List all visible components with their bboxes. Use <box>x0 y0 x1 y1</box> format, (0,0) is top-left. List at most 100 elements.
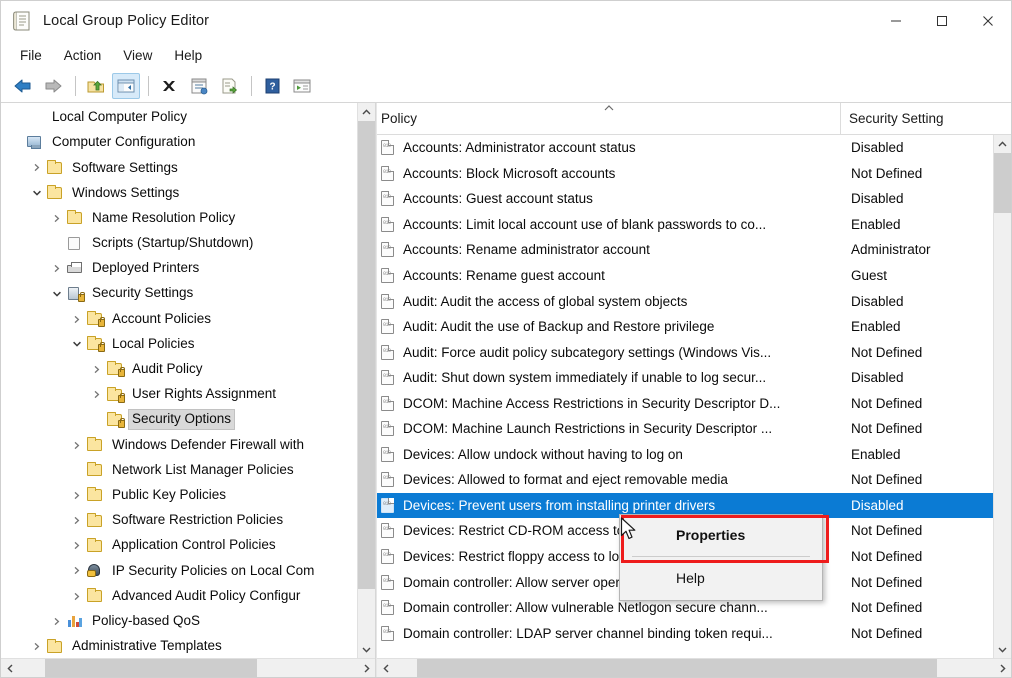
chevron-right-icon[interactable] <box>49 614 64 629</box>
menu-file[interactable]: File <box>9 44 53 67</box>
policy-list-row[interactable]: Audit: Shut down system immediately if u… <box>377 365 993 391</box>
policy-list-row[interactable]: DCOM: Machine Access Restrictions in Sec… <box>377 390 993 416</box>
filter-icon[interactable] <box>288 73 316 99</box>
policy-list-row[interactable]: Devices: Allowed to format and eject rem… <box>377 467 993 493</box>
tree-node-local-computer-policy[interactable]: Local Computer Policy <box>1 105 357 130</box>
console-tree[interactable]: Local Computer Policy Computer Configurat… <box>1 103 357 658</box>
chevron-right-icon[interactable] <box>89 362 104 377</box>
chevron-right-icon[interactable] <box>49 261 64 276</box>
minimize-button[interactable] <box>873 1 919 41</box>
tree-scroll-down-icon[interactable] <box>358 640 375 658</box>
list-hscroll-track[interactable] <box>395 659 993 677</box>
tree-scroll-left-icon[interactable] <box>1 659 19 677</box>
tree-scroll-up-icon[interactable] <box>358 103 375 121</box>
tree-scroll-track[interactable] <box>358 121 375 640</box>
policy-list-row[interactable]: Accounts: Rename administrator account Ad… <box>377 237 993 263</box>
tree-hscroll-thumb[interactable] <box>45 659 257 677</box>
tree-node-public-key-policies[interactable]: Public Key Policies <box>1 483 357 508</box>
tree-node-label: Account Policies <box>112 310 212 326</box>
tree-node-audit-policy[interactable]: Audit Policy <box>1 357 357 382</box>
policy-list-row[interactable]: Accounts: Rename guest account Guest <box>377 263 993 289</box>
menu-view[interactable]: View <box>112 44 163 67</box>
properties-icon[interactable] <box>185 73 213 99</box>
tree-node-scripts[interactable]: Scripts (Startup/Shutdown) <box>1 231 357 256</box>
tree-scroll-right-icon[interactable] <box>357 659 375 677</box>
list-horizontal-scrollbar[interactable] <box>377 658 1011 677</box>
tree-hscroll-track[interactable] <box>19 659 357 677</box>
tree-vertical-scrollbar[interactable] <box>357 103 375 658</box>
list-scroll-down-icon[interactable] <box>994 640 1011 658</box>
chevron-right-icon[interactable] <box>69 538 84 553</box>
list-scroll-left-icon[interactable] <box>377 659 395 677</box>
chevron-down-icon[interactable] <box>29 186 44 201</box>
chevron-right-icon[interactable] <box>69 513 84 528</box>
tree-node-security-options[interactable]: Security Options <box>1 407 357 432</box>
tree-node-administrative-templates[interactable]: Administrative Templates <box>1 634 357 658</box>
tree-node-name-resolution-policy[interactable]: Name Resolution Policy <box>1 206 357 231</box>
tree-node-ip-security-policies[interactable]: IP Security Policies on Local Com <box>1 558 357 583</box>
tree-node-policy-based-qos[interactable]: Policy-based QoS <box>1 609 357 634</box>
tree-node-application-control-policies[interactable]: Application Control Policies <box>1 533 357 558</box>
up-one-level-icon[interactable] <box>82 73 110 99</box>
chevron-right-icon[interactable] <box>29 639 44 654</box>
policy-list-row[interactable]: Devices: Allow undock without having to … <box>377 442 993 468</box>
chevron-down-icon[interactable] <box>49 286 64 301</box>
column-header-security-setting[interactable]: Security Setting <box>841 103 1011 134</box>
menu-help[interactable]: Help <box>163 44 213 67</box>
policy-setting-icon <box>378 267 400 284</box>
chevron-right-icon[interactable] <box>69 563 84 578</box>
policy-list-row[interactable]: Accounts: Administrator account status Di… <box>377 135 993 161</box>
delete-icon[interactable] <box>155 73 183 99</box>
list-scroll-up-icon[interactable] <box>994 135 1011 153</box>
tree-scroll-thumb[interactable] <box>358 121 375 589</box>
tree-node-account-policies[interactable]: Account Policies <box>1 307 357 332</box>
chevron-down-icon[interactable] <box>69 337 84 352</box>
list-scroll-thumb[interactable] <box>994 153 1011 213</box>
tree-node-local-policies[interactable]: Local Policies <box>1 332 357 357</box>
forward-icon[interactable] <box>39 73 67 99</box>
export-list-icon[interactable] <box>215 73 243 99</box>
chevron-right-icon[interactable] <box>69 312 84 327</box>
tree-node-network-list-manager-policies[interactable]: Network List Manager Policies <box>1 458 357 483</box>
tree-node-software-restriction-policies[interactable]: Software Restriction Policies <box>1 508 357 533</box>
policy-list-row[interactable]: Audit: Force audit policy subcategory se… <box>377 339 993 365</box>
context-menu-properties[interactable]: Properties <box>620 519 822 551</box>
list-scroll-track[interactable] <box>994 153 1011 640</box>
tree-node-deployed-printers[interactable]: Deployed Printers <box>1 256 357 281</box>
tree-node-advanced-audit-policy-configuration[interactable]: Advanced Audit Policy Configur <box>1 584 357 609</box>
list-vertical-scrollbar[interactable] <box>993 135 1011 658</box>
list-hscroll-thumb[interactable] <box>417 659 937 677</box>
list-scroll-right-icon[interactable] <box>993 659 1011 677</box>
chevron-right-icon[interactable] <box>69 589 84 604</box>
close-button[interactable] <box>965 1 1011 41</box>
tree-horizontal-scrollbar[interactable] <box>1 658 375 677</box>
chevron-right-icon[interactable] <box>69 438 84 453</box>
chevron-right-icon[interactable] <box>69 488 84 503</box>
console-tree-wrapper: Local Computer Policy Computer Configurat… <box>1 103 375 658</box>
policy-list-row[interactable]: DCOM: Machine Launch Restrictions in Sec… <box>377 416 993 442</box>
tree-node-windows-settings[interactable]: Windows Settings <box>1 181 357 206</box>
policy-list-row[interactable]: Audit: Audit the access of global system… <box>377 288 993 314</box>
chevron-right-icon[interactable] <box>89 387 104 402</box>
chevron-right-icon[interactable] <box>49 211 64 226</box>
menu-action[interactable]: Action <box>53 44 113 67</box>
maximize-button[interactable] <box>919 1 965 41</box>
tree-node-security-settings[interactable]: Security Settings <box>1 281 357 306</box>
help-icon[interactable]: ? <box>258 73 286 99</box>
tree-node-computer-configuration[interactable]: Computer Configuration <box>1 130 357 155</box>
context-menu-help[interactable]: Help <box>620 562 822 594</box>
chevron-right-icon[interactable] <box>29 160 44 175</box>
policy-list-row[interactable]: Accounts: Block Microsoft accounts Not De… <box>377 161 993 187</box>
policy-list-row[interactable]: Accounts: Limit local account use of bla… <box>377 212 993 238</box>
back-icon[interactable] <box>9 73 37 99</box>
tree-node-label: IP Security Policies on Local Com <box>112 562 315 578</box>
main-body: Local Computer Policy Computer Configurat… <box>1 103 1011 677</box>
policy-list-row[interactable]: Accounts: Guest account status Disabled <box>377 186 993 212</box>
policy-list-row[interactable]: Domain controller: LDAP server channel b… <box>377 620 993 646</box>
tree-node-windows-defender-firewall[interactable]: Windows Defender Firewall with <box>1 432 357 457</box>
tree-node-user-rights-assignment[interactable]: User Rights Assignment <box>1 382 357 407</box>
column-header-policy[interactable]: Policy <box>377 103 841 134</box>
tree-node-software-settings[interactable]: Software Settings <box>1 155 357 180</box>
policy-list-row[interactable]: Audit: Audit the use of Backup and Resto… <box>377 314 993 340</box>
show-hide-console-tree-icon[interactable] <box>112 72 140 99</box>
